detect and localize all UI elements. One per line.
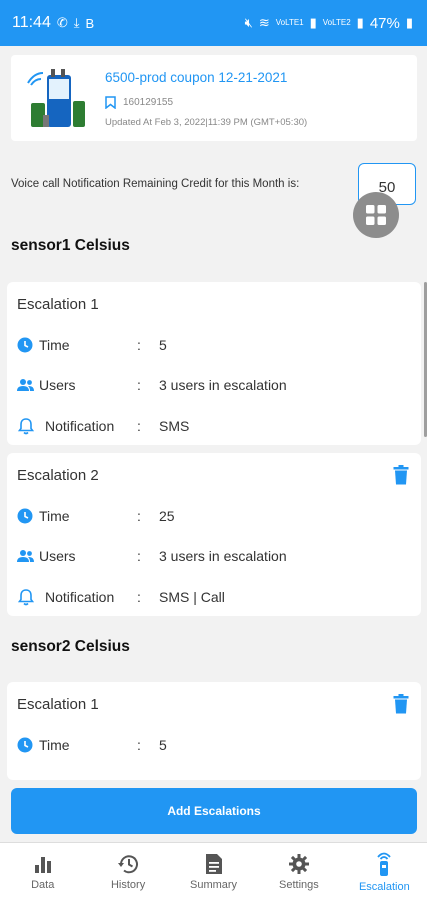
escalation-card[interactable]: Escalation 2 Time : 25 Users : 3 users i… <box>7 453 421 616</box>
device-id: 160129155 <box>123 97 174 108</box>
b-icon: B <box>85 15 95 31</box>
phone-icon: ✆ <box>56 15 68 30</box>
time-value: 5 <box>159 337 167 353</box>
device-image <box>27 69 85 127</box>
time-row: Time : 5 <box>17 734 167 756</box>
sensor-heading: sensor2 Celsius <box>11 638 130 655</box>
delete-button[interactable] <box>393 465 409 490</box>
document-icon <box>205 853 222 874</box>
battery-level: 47% <box>369 14 400 32</box>
delete-button[interactable] <box>393 694 409 719</box>
bar-chart-icon <box>34 856 51 873</box>
clock-icon <box>17 737 33 753</box>
nav-label: Summary <box>189 878 238 891</box>
grid-menu-button[interactable] <box>353 192 399 238</box>
notification-label: Notification <box>45 589 115 605</box>
nav-item-data[interactable]: Data <box>0 843 85 900</box>
trash-icon <box>393 465 409 485</box>
escalation-card[interactable]: Escalation 1 Time : 5 Users : 3 users in… <box>7 282 421 445</box>
time-label: Time <box>39 737 70 753</box>
sensor-heading: sensor1 Celsius <box>11 237 130 254</box>
colon: : <box>137 418 141 434</box>
users-value: 3 users in escalation <box>159 377 287 393</box>
nav-label: Data <box>31 878 55 891</box>
colon: : <box>137 548 141 564</box>
nav-item-history[interactable]: History <box>85 843 170 900</box>
device-updated: Updated At Feb 3, 2022|11:39 PM (GMT+05:… <box>105 117 308 128</box>
status-time: 11:44 <box>12 14 51 31</box>
notification-label: Notification <box>45 418 115 434</box>
time-row: Time : 25 <box>17 505 175 527</box>
nav-label: History <box>110 878 146 891</box>
colon: : <box>137 377 141 393</box>
colon: : <box>137 589 141 605</box>
time-label: Time <box>39 337 70 353</box>
notification-value: SMS <box>159 418 190 434</box>
device-id-row: 160129155 <box>105 96 173 109</box>
mute-icon: 🔇︎ <box>244 15 253 30</box>
colon: : <box>137 337 141 353</box>
time-value: 25 <box>159 508 175 524</box>
users-row: Users : 3 users in escalation <box>17 374 287 396</box>
nav-item-summary[interactable]: Summary <box>171 843 256 900</box>
escalation-title: Escalation 1 <box>17 296 99 313</box>
nav-item-settings[interactable]: Settings <box>256 843 341 900</box>
colon: : <box>137 508 141 524</box>
time-value: 5 <box>159 737 167 753</box>
users-label: Users <box>39 548 76 564</box>
notification-row: Notification : SMS | Call <box>17 586 225 608</box>
status-bar: 11:44 ✆ ⤓ B 🔇︎ ≋ VoLTE1 ▮ VoLTE2 ▮ 47% ▮ <box>0 0 427 46</box>
escalation-title: Escalation 1 <box>17 696 99 713</box>
nav-item-escalation[interactable]: Escalation <box>342 843 427 900</box>
time-row: Time : 5 <box>17 334 167 356</box>
bookmark-icon <box>105 96 116 109</box>
carrier2-label: VoLTE2 <box>322 18 351 27</box>
notification-row: Notification : SMS <box>17 415 189 437</box>
grid-icon <box>366 205 386 225</box>
carrier1-label: VoLTE1 <box>275 18 304 27</box>
users-row: Users : 3 users in escalation <box>17 545 287 567</box>
nav-label: Settings <box>279 878 319 891</box>
clock-icon <box>17 508 33 524</box>
nav-label: Escalation <box>358 880 410 893</box>
device-title[interactable]: 6500-prod coupon 12-21-2021 <box>105 70 287 85</box>
signal1-icon: ▮ <box>309 15 317 30</box>
clock-icon <box>17 337 33 353</box>
users-value: 3 users in escalation <box>159 548 287 564</box>
notification-value: SMS | Call <box>159 589 225 605</box>
users-icon <box>17 379 34 391</box>
add-escalations-button[interactable]: Add Escalations <box>11 788 417 834</box>
download-icon: ⤓ <box>73 15 80 30</box>
bottom-nav: Data History Summary Settings Escalation <box>0 842 427 900</box>
time-label: Time <box>39 508 70 524</box>
escalation-title: Escalation 2 <box>17 467 99 484</box>
history-icon <box>118 854 139 873</box>
credit-label: Voice call Notification Remaining Credit… <box>11 178 300 190</box>
users-icon <box>17 550 34 562</box>
users-label: Users <box>39 377 76 393</box>
battery-icon: ▮ <box>405 15 413 30</box>
device-card[interactable]: 6500-prod coupon 12-21-2021 160129155 Up… <box>11 55 417 141</box>
signal2-icon: ▮ <box>356 15 364 30</box>
bell-icon <box>17 418 35 435</box>
colon: : <box>137 737 141 753</box>
bell-icon <box>17 589 35 606</box>
gear-icon <box>288 853 309 874</box>
escalation-icon <box>377 852 392 876</box>
escalation-card[interactable]: Escalation 1 Time : 5 <box>7 682 421 780</box>
trash-icon <box>393 694 409 714</box>
wifi-icon: ≋ <box>258 15 270 30</box>
